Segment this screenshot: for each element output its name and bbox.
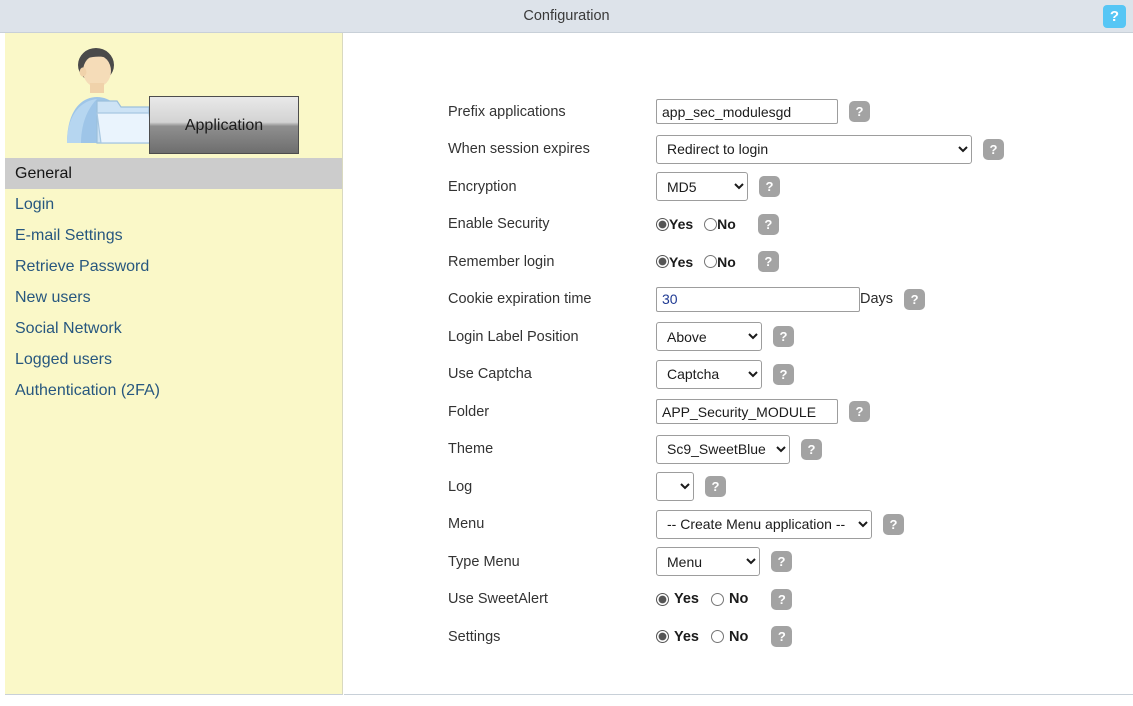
remember-login-radio-group: Yes No [656, 254, 747, 270]
row-prefix-applications: Prefix applications ? [448, 93, 1108, 131]
help-icon-use-sweetalert[interactable]: ? [771, 589, 792, 610]
sidebar-item-retrieve-password[interactable]: Retrieve Password [5, 251, 342, 282]
settings-radio-group: Yes No [656, 629, 760, 645]
titlebar-help-icon[interactable]: ? [1103, 5, 1126, 28]
remember-login-yes-radio[interactable] [656, 255, 669, 268]
row-encryption: Encryption MD5 ? [448, 168, 1108, 206]
row-enable-security: Enable Security Yes No ? [448, 206, 1108, 244]
enable-security-yes-label[interactable]: Yes [669, 216, 693, 232]
row-use-sweetalert: Use SweetAlert Yes No ? [448, 581, 1108, 619]
help-icon-settings[interactable]: ? [771, 626, 792, 647]
settings-no-label[interactable]: No [729, 629, 748, 645]
help-icon-log[interactable]: ? [705, 476, 726, 497]
row-type-menu: Type Menu Menu ? [448, 543, 1108, 581]
help-icon-type-menu[interactable]: ? [771, 551, 792, 572]
sidebar-item-authentication-2fa[interactable]: Authentication (2FA) [5, 375, 342, 406]
help-icon-remember-login[interactable]: ? [758, 251, 779, 272]
sidebar-item-new-users[interactable]: New users [5, 282, 342, 313]
remember-login-yes-label[interactable]: Yes [669, 254, 693, 270]
label-cookie-expiration-time: Cookie expiration time [448, 291, 656, 307]
label-folder: Folder [448, 404, 656, 420]
help-icon-use-captcha[interactable]: ? [773, 364, 794, 385]
sidebar-logo: Application [5, 33, 342, 158]
label-type-menu: Type Menu [448, 554, 656, 570]
help-icon-login-label-position[interactable]: ? [773, 326, 794, 347]
main-content: Prefix applications ? When session expir… [344, 33, 1133, 695]
label-prefix-applications: Prefix applications [448, 104, 656, 120]
settings-yes-radio[interactable] [656, 630, 669, 643]
help-icon-prefix-applications[interactable]: ? [849, 101, 870, 122]
label-settings: Settings [448, 629, 656, 645]
sidebar: Application General Login E-mail Setting… [5, 33, 343, 695]
label-when-session-expires: When session expires [448, 141, 656, 157]
cookie-expiration-time-input[interactable] [656, 287, 860, 312]
sidebar-item-login[interactable]: Login [5, 189, 342, 220]
enable-security-yes-radio[interactable] [656, 218, 669, 231]
encryption-select[interactable]: MD5 [656, 172, 748, 201]
help-icon-encryption[interactable]: ? [759, 176, 780, 197]
row-when-session-expires: When session expires Redirect to login ? [448, 131, 1108, 169]
label-menu: Menu [448, 516, 656, 532]
row-theme: Theme Sc9_SweetBlue ? [448, 431, 1108, 469]
row-settings: Settings Yes No ? [448, 618, 1108, 656]
user-folder-icon [57, 39, 162, 149]
sidebar-item-general[interactable]: General [5, 158, 342, 189]
application-button[interactable]: Application [149, 96, 299, 154]
use-sweetalert-yes-label[interactable]: Yes [674, 591, 699, 607]
sidebar-menu: General Login E-mail Settings Retrieve P… [5, 158, 342, 406]
help-icon-cookie-expiration-time[interactable]: ? [904, 289, 925, 310]
use-sweetalert-no-label[interactable]: No [729, 591, 748, 607]
help-icon-menu[interactable]: ? [883, 514, 904, 535]
when-session-expires-select[interactable]: Redirect to login [656, 135, 972, 164]
settings-yes-label[interactable]: Yes [674, 629, 699, 645]
label-use-sweetalert: Use SweetAlert [448, 591, 656, 607]
window-titlebar: Configuration ? [0, 0, 1133, 33]
help-icon-theme[interactable]: ? [801, 439, 822, 460]
enable-security-no-radio[interactable] [704, 218, 717, 231]
remember-login-no-label[interactable]: No [717, 254, 736, 270]
general-settings-form: Prefix applications ? When session expir… [448, 93, 1108, 656]
log-select[interactable] [656, 472, 694, 501]
settings-no-radio[interactable] [711, 630, 724, 643]
help-icon-folder[interactable]: ? [849, 401, 870, 422]
cookie-expiration-unit-label: Days [860, 291, 893, 307]
row-cookie-expiration-time: Cookie expiration time Days ? [448, 281, 1108, 319]
sidebar-item-logged-users[interactable]: Logged users [5, 344, 342, 375]
help-icon-when-session-expires[interactable]: ? [983, 139, 1004, 160]
row-remember-login: Remember login Yes No ? [448, 243, 1108, 281]
prefix-applications-input[interactable] [656, 99, 838, 124]
use-captcha-select[interactable]: Captcha [656, 360, 762, 389]
label-use-captcha: Use Captcha [448, 366, 656, 382]
label-log: Log [448, 479, 656, 495]
row-folder: Folder ? [448, 393, 1108, 431]
label-login-label-position: Login Label Position [448, 329, 656, 345]
sidebar-item-social-network[interactable]: Social Network [5, 313, 342, 344]
label-remember-login: Remember login [448, 254, 656, 270]
login-label-position-select[interactable]: Above [656, 322, 762, 351]
label-enable-security: Enable Security [448, 216, 656, 232]
row-menu: Menu -- Create Menu application -- ? [448, 506, 1108, 544]
sidebar-item-email-settings[interactable]: E-mail Settings [5, 220, 342, 251]
enable-security-radio-group: Yes No [656, 216, 747, 232]
enable-security-no-label[interactable]: No [717, 216, 736, 232]
help-icon-enable-security[interactable]: ? [758, 214, 779, 235]
theme-select[interactable]: Sc9_SweetBlue [656, 435, 790, 464]
row-login-label-position: Login Label Position Above ? [448, 318, 1108, 356]
menu-select[interactable]: -- Create Menu application -- [656, 510, 872, 539]
use-sweetalert-radio-group: Yes No [656, 591, 760, 607]
label-encryption: Encryption [448, 179, 656, 195]
type-menu-select[interactable]: Menu [656, 547, 760, 576]
label-theme: Theme [448, 441, 656, 457]
row-log: Log ? [448, 468, 1108, 506]
use-sweetalert-yes-radio[interactable] [656, 593, 669, 606]
remember-login-no-radio[interactable] [704, 255, 717, 268]
folder-input[interactable] [656, 399, 838, 424]
page-title: Configuration [0, 0, 1133, 33]
use-sweetalert-no-radio[interactable] [711, 593, 724, 606]
row-use-captcha: Use Captcha Captcha ? [448, 356, 1108, 394]
